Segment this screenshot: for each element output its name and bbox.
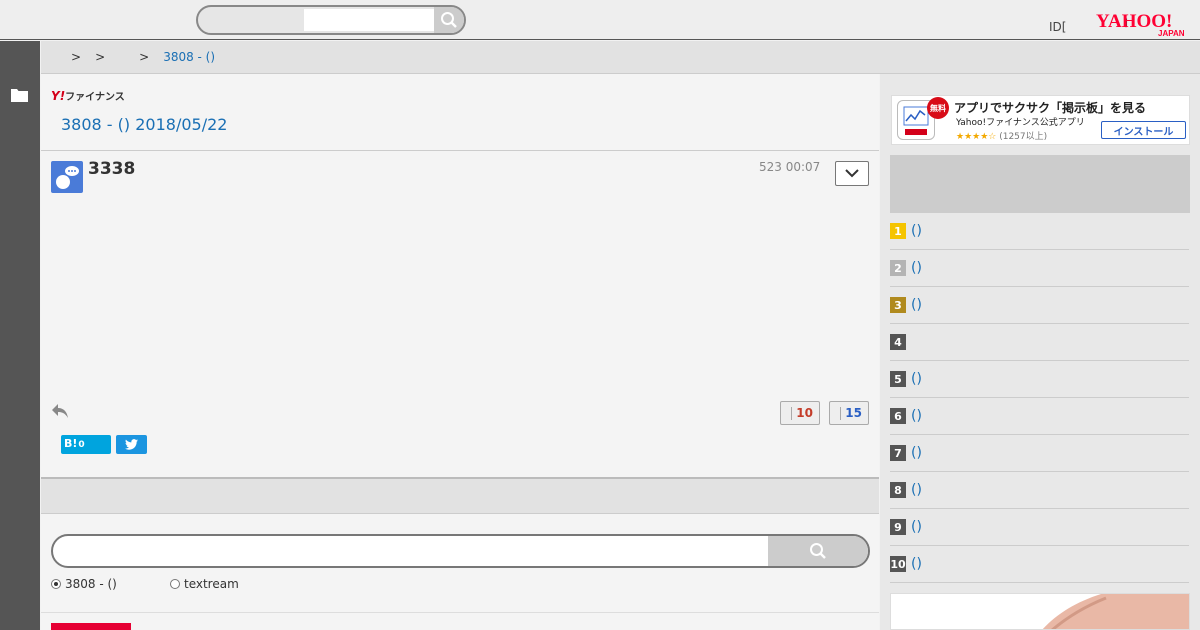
rank-number: 4	[890, 334, 906, 350]
header-search-box[interactable]	[196, 5, 466, 35]
rank-link[interactable]: ()	[911, 408, 922, 424]
ranking-item[interactable]: 9 ()	[890, 509, 1189, 546]
twitter-share-button[interactable]	[116, 435, 147, 454]
yahoo-japan-logo[interactable]: YAHOO! JAPAN	[1096, 10, 1188, 38]
finance-logo-mark: Y!	[51, 89, 66, 103]
breadcrumb-separator: >	[139, 50, 150, 64]
rank-number: 5	[890, 371, 906, 387]
search-scope-textream[interactable]: textream	[170, 577, 239, 591]
avatar[interactable]	[51, 161, 83, 193]
left-rail	[0, 41, 40, 630]
hatena-label: B!	[64, 437, 78, 450]
rank-number: 8	[890, 482, 906, 498]
ad-rating: ★★★★☆ (1257以上)	[956, 129, 1047, 142]
rank-number: 9	[890, 519, 906, 535]
rank-number: 3	[890, 297, 906, 313]
hatena-count: 0	[78, 440, 85, 450]
rank-number: 7	[890, 445, 906, 461]
section-band	[41, 477, 879, 514]
divider	[41, 612, 879, 613]
rank-link[interactable]: ()	[911, 371, 922, 387]
right-sidebar: 無料 アプリでサクサク「掲示板」を見る Yahoo!ファイナンス公式アプリ ★★…	[880, 74, 1200, 630]
hatena-bookmark-button[interactable]: B!0	[61, 435, 111, 454]
ranking-item[interactable]: 2 ()	[890, 250, 1189, 287]
rank-number: 6	[890, 408, 906, 424]
japan-logo-text: JAPAN	[1158, 29, 1185, 38]
radio-button[interactable]	[170, 579, 180, 589]
rank-link[interactable]: ()	[911, 482, 922, 498]
radio-button[interactable]	[51, 579, 61, 589]
login-id-link[interactable]: ID[	[1049, 20, 1066, 34]
ranking-item[interactable]: 8 ()	[890, 472, 1189, 509]
app-promo-ad[interactable]: 無料 アプリでサクサク「掲示板」を見る Yahoo!ファイナンス公式アプリ ★★…	[891, 95, 1190, 145]
post-menu-button[interactable]	[835, 161, 869, 186]
like-button[interactable]: 10	[780, 401, 820, 425]
chat-avatar-icon	[56, 166, 79, 189]
radio-label: 3808 - ()	[65, 577, 117, 591]
reply-icon[interactable]	[51, 403, 69, 419]
rank-link[interactable]: ()	[911, 297, 922, 313]
board-search-input[interactable]	[65, 540, 755, 562]
rank-link[interactable]: ()	[911, 223, 922, 239]
ranking-item[interactable]: 3 ()	[890, 287, 1189, 324]
finance-logo-text: ファイナンス	[65, 92, 125, 103]
rank-link[interactable]: ()	[911, 556, 922, 572]
search-icon	[810, 543, 826, 559]
post-timestamp: 523 00:07	[759, 160, 821, 174]
post-author[interactable]: 3338	[88, 159, 135, 179]
rating-count: (1257以上)	[999, 132, 1048, 142]
dislike-button[interactable]: 15	[829, 401, 869, 425]
ranking-header	[890, 155, 1190, 213]
chevron-down-icon	[845, 169, 859, 178]
twitter-icon	[125, 439, 138, 450]
ranking-item[interactable]: 10 ()	[890, 546, 1189, 583]
header-search-button[interactable]	[434, 7, 464, 33]
search-scope-board[interactable]: 3808 - ()	[51, 577, 117, 591]
ranking-item[interactable]: 1 ()	[890, 213, 1189, 250]
ranking-item[interactable]: 7 ()	[890, 435, 1189, 472]
board-title[interactable]: 3808 - () 2018/05/22	[61, 115, 227, 134]
top-header: ID[ ] YAHOO! JAPAN	[0, 0, 1200, 40]
install-button[interactable]: インストール	[1101, 121, 1186, 139]
divider	[41, 150, 879, 151]
rank-number: 2	[890, 260, 906, 276]
ad-image[interactable]	[890, 593, 1190, 630]
header-search-input[interactable]	[304, 9, 434, 31]
breadcrumb: > > > 3808 - ()	[41, 41, 1200, 74]
search-icon	[441, 12, 457, 28]
ad-photo	[1042, 594, 1189, 629]
ranking-item[interactable]: 4	[890, 324, 1189, 361]
free-badge: 無料	[927, 97, 949, 119]
ad-title: アプリでサクサク「掲示板」を見る	[954, 101, 1147, 115]
rank-number: 1	[890, 223, 906, 239]
rating-stars: ★★★★☆	[956, 132, 997, 142]
rank-link[interactable]: ()	[911, 519, 922, 535]
breadcrumb-current[interactable]: 3808 - ()	[163, 50, 215, 64]
board-search-button[interactable]	[768, 536, 868, 566]
ad-subtitle: Yahoo!ファイナンス公式アプリ	[956, 118, 1085, 128]
breadcrumb-separator: >	[95, 50, 106, 64]
ranking-item[interactable]: 6 ()	[890, 398, 1189, 435]
radio-label: textream	[184, 577, 239, 591]
promo-banner[interactable]	[51, 623, 131, 630]
ranking-list: 1 () 2 () 3 () 4 5 () 6 () 7 () 8 () 9 () 10 ()	[890, 213, 1189, 583]
rank-link[interactable]: ()	[911, 260, 922, 276]
board-search-box[interactable]	[51, 534, 870, 568]
rank-number: 10	[890, 556, 906, 572]
rank-link[interactable]: ()	[911, 445, 922, 461]
folder-icon[interactable]	[11, 88, 28, 102]
finance-logo[interactable]: Y!ファイナンス	[51, 88, 125, 103]
ranking-item[interactable]: 5 ()	[890, 361, 1189, 398]
main-content: Y!ファイナンス 3808 - () 2018/05/22 3338 523 0…	[41, 74, 879, 630]
breadcrumb-separator: >	[71, 50, 82, 64]
